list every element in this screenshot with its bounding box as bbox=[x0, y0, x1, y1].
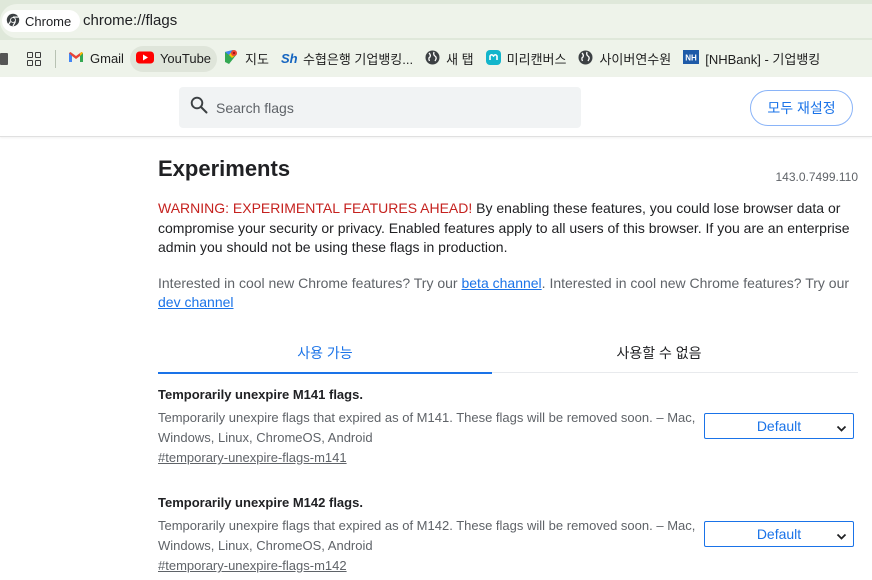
bookmark-nh-bank[interactable]: NH [NHBank] - 기업뱅킹 bbox=[677, 46, 826, 72]
select-value: Default bbox=[756, 418, 802, 434]
title-row: Experiments 143.0.7499.110 bbox=[158, 137, 858, 189]
experiment-select[interactable]: Default bbox=[704, 413, 854, 439]
warning-text: WARNING: EXPERIMENTAL FEATURES AHEAD! By… bbox=[158, 199, 858, 258]
bookmark-label: Gmail bbox=[90, 51, 124, 66]
bookmark-youtube[interactable]: YouTube bbox=[129, 45, 218, 72]
bookmark-label: 지도 bbox=[245, 52, 269, 67]
experiment-permalink[interactable]: #temporary-unexpire-flags-m142 bbox=[158, 558, 347, 573]
youtube-icon bbox=[135, 51, 154, 67]
experiment-description: Temporarily unexpire flags that expired … bbox=[158, 410, 696, 445]
omnibox[interactable]: Chrome chrome://flags bbox=[0, 4, 872, 38]
tab-unavailable[interactable]: 사용할 수 없음 bbox=[492, 333, 826, 373]
bookmark-suhyup-bank[interactable]: Sh 수협은행 기업뱅킹... bbox=[275, 46, 419, 72]
search-box[interactable] bbox=[179, 87, 581, 128]
bookmarks-divider bbox=[55, 49, 56, 68]
beta-channel-link[interactable]: beta channel bbox=[461, 275, 541, 291]
dev-channel-link[interactable]: dev channel bbox=[158, 294, 234, 310]
address-bar-row: Chrome chrome://flags bbox=[0, 0, 872, 40]
experiment-title: Temporarily unexpire M141 flags. bbox=[158, 387, 363, 402]
experiment-description: Temporarily unexpire flags that expired … bbox=[158, 518, 696, 553]
chevron-down-icon bbox=[836, 421, 847, 437]
experiment-permalink[interactable]: #temporary-unexpire-flags-m141 bbox=[158, 450, 347, 465]
warning-lead: WARNING: EXPERIMENTAL FEATURES AHEAD! bbox=[158, 200, 473, 216]
bookmarks-bar: Gmail YouTube 지도 Sh 수협은행 기업뱅킹... 새 탭 미리캔… bbox=[0, 40, 872, 77]
bookmark-label: 사이버연수원 bbox=[599, 52, 672, 67]
flags-header: 모두 재설정 bbox=[0, 77, 872, 137]
apps-icon[interactable] bbox=[27, 51, 41, 66]
globe-icon bbox=[578, 50, 593, 68]
bookmark-gmail[interactable]: Gmail bbox=[62, 46, 130, 72]
svg-text:NH: NH bbox=[685, 54, 697, 63]
bookmark-miricanvas[interactable]: 미리캔버스 bbox=[480, 46, 573, 72]
globe-icon bbox=[425, 50, 440, 68]
bookmark-label: 새 탭 bbox=[446, 52, 474, 67]
interest-text-1: Interested in cool new Chrome features? … bbox=[158, 274, 462, 291]
gmail-icon bbox=[68, 51, 84, 66]
channel-info: Interested in cool new Chrome features? … bbox=[158, 274, 858, 313]
bookmark-label: YouTube bbox=[159, 51, 212, 66]
search-input[interactable] bbox=[216, 99, 556, 116]
select-value: Default bbox=[756, 526, 802, 542]
miricanvas-icon bbox=[485, 49, 501, 68]
maps-icon bbox=[223, 49, 239, 68]
bookmark-maps[interactable]: 지도 bbox=[217, 46, 275, 72]
experiment-title: Temporarily unexpire M142 flags. bbox=[158, 495, 363, 510]
experiment-item: Temporarily unexpire M142 flags. Tempora… bbox=[158, 495, 858, 575]
suhyup-bank-icon: Sh bbox=[280, 51, 298, 66]
flags-tabs: 사용 가능 사용할 수 없음 bbox=[158, 333, 858, 374]
search-icon bbox=[179, 96, 208, 119]
bookmark-new-tab[interactable]: 새 탭 bbox=[419, 46, 480, 72]
experiment-select[interactable]: Default bbox=[704, 521, 854, 547]
experiment-item: Temporarily unexpire M141 flags. Tempora… bbox=[158, 387, 858, 467]
bookmark-cyber-academy[interactable]: 사이버연수원 bbox=[572, 46, 677, 72]
url-text[interactable]: chrome://flags bbox=[83, 12, 177, 29]
interest-text-2: . Interested in cool new Chrome features… bbox=[541, 274, 850, 291]
bookmark-label: 미리캔버스 bbox=[506, 52, 567, 67]
bookmark-label: [NHBank] - 기업뱅킹 bbox=[705, 52, 821, 67]
version-text: 143.0.7499.110 bbox=[775, 170, 858, 184]
tab-available[interactable]: 사용 가능 bbox=[158, 333, 492, 374]
site-chip-label: Chrome bbox=[25, 13, 72, 29]
square-icon[interactable] bbox=[0, 52, 8, 65]
bookmark-label: 수협은행 기업뱅킹... bbox=[302, 52, 414, 67]
chevron-down-icon bbox=[836, 529, 847, 545]
site-info-chip[interactable]: Chrome bbox=[2, 10, 81, 32]
main-content: Experiments 143.0.7499.110 WARNING: EXPE… bbox=[158, 137, 858, 573]
reset-all-button[interactable]: 모두 재설정 bbox=[750, 90, 853, 126]
chrome-icon bbox=[6, 13, 20, 30]
page-title: Experiments bbox=[158, 156, 291, 181]
nh-bank-icon: NH bbox=[683, 50, 700, 67]
